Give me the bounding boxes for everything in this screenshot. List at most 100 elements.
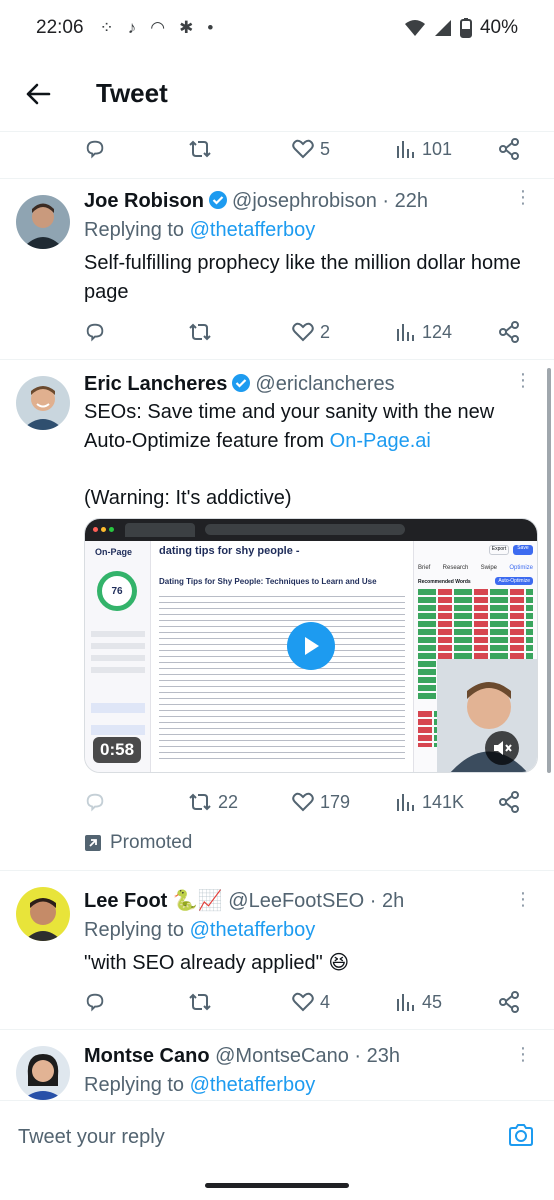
- tweet-time: · 23h: [354, 1045, 400, 1067]
- views-button[interactable]: 141K: [396, 792, 464, 813]
- reply-icon: [86, 323, 104, 342]
- name-emoji: 🐍📈: [172, 890, 223, 912]
- replying-label: Replying to: [84, 219, 185, 241]
- home-indicator[interactable]: [205, 1183, 349, 1188]
- like-button[interactable]: 4: [292, 992, 330, 1013]
- reply-target-link[interactable]: @thetafferboy: [190, 919, 316, 941]
- export-label: Export: [491, 546, 507, 552]
- camera-button[interactable]: [508, 1124, 534, 1151]
- reply-button[interactable]: [84, 138, 106, 160]
- auto-optimize-pill: Auto-Optimize: [495, 577, 533, 585]
- reply-target-link[interactable]: @thetafferboy: [190, 219, 316, 241]
- dots-icon: ⁘: [99, 18, 114, 37]
- tweet-joe-robison[interactable]: Joe Robison @josephrobison · 22h Replying…: [0, 179, 554, 359]
- more-options-icon[interactable]: ⋮: [514, 1045, 532, 1063]
- retweet-icon: [189, 993, 211, 1011]
- author-name[interactable]: Eric Lancheres: [84, 373, 227, 395]
- save-label: Save: [517, 545, 529, 551]
- promoted-label: Promoted: [84, 832, 192, 854]
- tweet-text: SEOs: Save time and your sanity with the…: [84, 398, 534, 456]
- tab-optimize: Optimize: [509, 565, 533, 571]
- play-icon: [305, 637, 319, 655]
- share-button[interactable]: [498, 991, 520, 1013]
- like-button[interactable]: 5: [292, 139, 330, 160]
- reply-icon: [86, 793, 104, 812]
- retweet-button[interactable]: [188, 991, 212, 1013]
- retweet-button[interactable]: [188, 321, 212, 343]
- score-ring: 76: [97, 571, 137, 611]
- more-options-icon[interactable]: ⋮: [514, 371, 532, 389]
- tweet-eric-lancheres[interactable]: Eric Lancheres @ericlancheres SEOs: Save …: [0, 360, 554, 870]
- reply-target-link[interactable]: @thetafferboy: [190, 1074, 316, 1096]
- wireless-icon: ◠: [150, 18, 166, 37]
- retweet-count: 22: [218, 791, 239, 812]
- views-button[interactable]: 45: [396, 992, 442, 1013]
- views-icon: [397, 794, 414, 811]
- author-name[interactable]: Montse Cano: [84, 1045, 210, 1067]
- score: 76: [111, 585, 123, 597]
- retweet-icon: [189, 323, 211, 341]
- avatar[interactable]: [16, 887, 70, 941]
- tweet-montse-cano[interactable]: Montse Cano @MontseCano · 23h Replying t…: [0, 1030, 554, 1100]
- replying-to: Replying to @thetafferboy: [84, 1070, 534, 1100]
- retweet-icon: [189, 140, 211, 158]
- recommended-label: Recommended Words: [418, 579, 471, 585]
- author-handle[interactable]: @MontseCano: [215, 1045, 349, 1067]
- like-button[interactable]: 179: [292, 792, 350, 813]
- reply-input[interactable]: Tweet your reply: [18, 1126, 508, 1149]
- retweet-button[interactable]: [188, 138, 212, 160]
- scrollbar[interactable]: [547, 368, 551, 773]
- author-handle[interactable]: @LeeFootSEO: [228, 890, 364, 912]
- app-header: Tweet: [0, 56, 554, 132]
- views-count: 101: [422, 138, 453, 159]
- brand: On-Page: [95, 547, 133, 557]
- views-count: 45: [422, 991, 443, 1012]
- reply-button[interactable]: [84, 321, 106, 343]
- avatar[interactable]: [16, 376, 70, 430]
- mute-button[interactable]: [485, 731, 519, 765]
- heart-icon: [292, 322, 314, 342]
- tweet-actions: 4 45: [84, 985, 534, 1019]
- replying-to: Replying to @thetafferboy: [84, 915, 534, 945]
- avatar[interactable]: [16, 1046, 70, 1100]
- reply-button[interactable]: [84, 991, 106, 1013]
- video-player[interactable]: On-Page 76 dating tips for shy people - …: [84, 518, 538, 773]
- retweet-button[interactable]: 22: [188, 791, 238, 813]
- dot-icon: •: [207, 18, 214, 37]
- onpage-link[interactable]: On-Page.ai: [330, 430, 431, 452]
- share-button[interactable]: [498, 321, 520, 343]
- share-button[interactable]: [498, 791, 520, 813]
- views-button[interactable]: 101: [396, 139, 452, 160]
- camera-icon: [509, 1124, 533, 1146]
- more-options-icon[interactable]: ⋮: [514, 188, 532, 206]
- author-handle[interactable]: @josephrobison: [232, 190, 377, 212]
- avatar[interactable]: [16, 195, 70, 249]
- heart-icon: [292, 139, 314, 159]
- heart-icon: [292, 792, 314, 812]
- tab-brief: Brief: [418, 565, 431, 571]
- author-name[interactable]: Lee Foot: [84, 890, 167, 912]
- views-icon: [397, 141, 414, 158]
- doc-heading: Dating Tips for Shy People: Techniques t…: [159, 577, 377, 586]
- like-count: 179: [320, 791, 351, 812]
- back-button[interactable]: [20, 76, 56, 112]
- reply-button[interactable]: [84, 791, 106, 813]
- notification-icons: ⁘ ♪ ◠ ✱ •: [100, 18, 214, 38]
- battery-icon: [459, 18, 472, 38]
- mute-icon: [494, 741, 512, 755]
- share-button[interactable]: [498, 138, 520, 160]
- status-time: 22:06: [36, 17, 84, 38]
- replying-to: Replying to @thetafferboy: [84, 215, 534, 245]
- tweet-text-warning: (Warning: It's addictive): [84, 487, 292, 509]
- author-handle[interactable]: @ericlancheres: [255, 373, 394, 395]
- like-button[interactable]: 2: [292, 322, 330, 343]
- tweet-lee-foot[interactable]: Lee Foot 🐍📈 @LeeFootSEO · 2h Replying to…: [0, 871, 554, 1029]
- tab-swipe: Swipe: [480, 565, 497, 571]
- more-options-icon[interactable]: ⋮: [514, 890, 532, 908]
- author-name[interactable]: Joe Robison: [84, 190, 204, 212]
- views-button[interactable]: 124: [396, 322, 452, 343]
- tweet-time: · 2h: [369, 890, 405, 912]
- tweet-actions: 2 124: [84, 315, 534, 349]
- play-button[interactable]: [287, 622, 335, 670]
- share-icon: [499, 791, 519, 813]
